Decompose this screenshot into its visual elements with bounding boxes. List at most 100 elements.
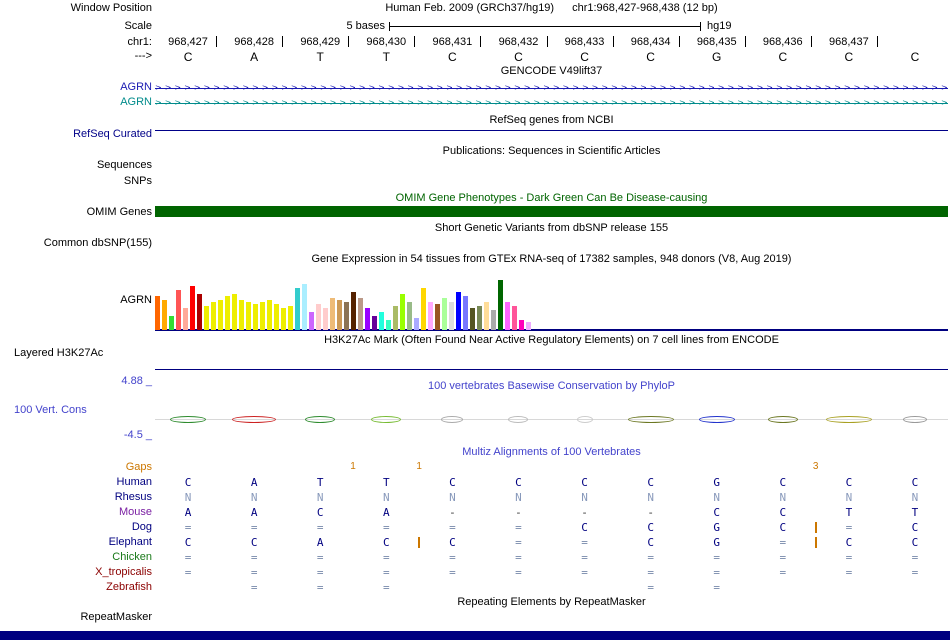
gtex-bar[interactable] bbox=[330, 298, 335, 330]
align-cell: = bbox=[316, 581, 324, 594]
gtex-bar[interactable] bbox=[491, 310, 496, 330]
gtex-bar[interactable] bbox=[295, 288, 300, 330]
gtex-bar[interactable] bbox=[498, 280, 503, 330]
species-label-chicken[interactable]: Chicken bbox=[0, 551, 152, 563]
refseq-curated-label[interactable]: RefSeq Curated bbox=[0, 128, 152, 140]
align-cell: = bbox=[250, 566, 258, 579]
snps-track-label[interactable]: SNPs bbox=[0, 175, 152, 187]
gtex-bar[interactable] bbox=[169, 316, 174, 330]
gtex-bar[interactable] bbox=[204, 306, 209, 330]
gtex-bar[interactable] bbox=[358, 298, 363, 330]
species-label-zebrafish[interactable]: Zebrafish bbox=[0, 581, 152, 593]
align-cell: N bbox=[911, 491, 919, 504]
species-label-x_tropicalis[interactable]: X_tropicalis bbox=[0, 566, 152, 578]
phylop-lens bbox=[508, 416, 529, 423]
gtex-bar[interactable] bbox=[519, 320, 524, 330]
gtex-bar[interactable] bbox=[309, 312, 314, 330]
align-cell: = bbox=[779, 536, 787, 549]
gtex-bar[interactable] bbox=[372, 316, 377, 330]
align-cell: = bbox=[316, 521, 324, 534]
gtex-bar[interactable] bbox=[484, 302, 489, 330]
h3k27ac-label[interactable]: Layered H3K27Ac bbox=[14, 347, 103, 359]
align-cell: = bbox=[845, 521, 853, 534]
gtex-bar[interactable] bbox=[302, 284, 307, 330]
gtex-bar[interactable] bbox=[456, 292, 461, 330]
gtex-bar[interactable] bbox=[435, 304, 440, 330]
scale-assembly: hg19 bbox=[707, 20, 732, 32]
align-cell: = bbox=[382, 551, 390, 564]
gtex-bar[interactable] bbox=[211, 302, 216, 330]
gtex-bar[interactable] bbox=[414, 318, 419, 330]
gtex-bar[interactable] bbox=[337, 300, 342, 330]
gtex-bar[interactable] bbox=[176, 290, 181, 330]
base-letter: C bbox=[910, 50, 920, 64]
align-cell: = bbox=[845, 566, 853, 579]
gencode-gene-label[interactable]: AGRN bbox=[0, 96, 152, 108]
gtex-bar[interactable] bbox=[400, 294, 405, 330]
gtex-bar[interactable] bbox=[218, 300, 223, 330]
gtex-bar[interactable] bbox=[421, 288, 426, 330]
omim-genes-label[interactable]: OMIM Genes bbox=[0, 206, 152, 218]
gtex-bar[interactable] bbox=[470, 308, 475, 330]
gtex-bar[interactable] bbox=[183, 308, 188, 330]
gtex-bar[interactable] bbox=[197, 294, 202, 330]
scale-bar-left-tick bbox=[389, 22, 390, 31]
gtex-bar[interactable] bbox=[505, 302, 510, 330]
align-cell: C bbox=[911, 536, 919, 549]
gtex-bar[interactable] bbox=[162, 300, 167, 330]
species-label-mouse[interactable]: Mouse bbox=[0, 506, 152, 518]
repeatmasker-element[interactable] bbox=[0, 631, 950, 640]
ruler-tick bbox=[282, 36, 284, 47]
gtex-bar[interactable] bbox=[260, 302, 265, 330]
gtex-bar[interactable] bbox=[526, 322, 531, 330]
gtex-bar[interactable] bbox=[246, 302, 251, 330]
gtex-bar[interactable] bbox=[449, 302, 454, 330]
gaps-label[interactable]: Gaps bbox=[0, 461, 152, 473]
gencode-gene-label[interactable]: AGRN bbox=[0, 81, 152, 93]
species-label-rhesus[interactable]: Rhesus bbox=[0, 491, 152, 503]
gtex-bar[interactable] bbox=[365, 308, 370, 330]
scale-value: 5 bases bbox=[346, 20, 385, 32]
species-label-elephant[interactable]: Elephant bbox=[0, 536, 152, 548]
refseq-gene-line[interactable] bbox=[155, 130, 948, 131]
gtex-bar[interactable] bbox=[323, 308, 328, 330]
gtex-bar[interactable] bbox=[316, 304, 321, 330]
gtex-bar[interactable] bbox=[281, 308, 286, 330]
gtex-bar[interactable] bbox=[386, 320, 391, 330]
gtex-bar[interactable] bbox=[239, 300, 244, 330]
gtex-bar[interactable] bbox=[344, 302, 349, 330]
gtex-bar[interactable] bbox=[190, 286, 195, 330]
gtex-bar[interactable] bbox=[477, 306, 482, 330]
align-cell: - bbox=[515, 506, 522, 519]
gtex-bar[interactable] bbox=[288, 306, 293, 330]
gtex-bar[interactable] bbox=[253, 304, 258, 330]
gtex-bar[interactable] bbox=[428, 302, 433, 330]
align-cell: C bbox=[184, 476, 192, 489]
gtex-bar[interactable] bbox=[407, 302, 412, 330]
omim-gene-bar[interactable] bbox=[155, 206, 948, 217]
repeatmasker-label[interactable]: RepeatMasker bbox=[0, 611, 152, 623]
phylop-track-label[interactable]: 100 Vert. Cons bbox=[14, 404, 87, 416]
gtex-bar[interactable] bbox=[351, 292, 356, 330]
align-cell: C bbox=[250, 536, 258, 549]
species-label-human[interactable]: Human bbox=[0, 476, 152, 488]
species-label-dog[interactable]: Dog bbox=[0, 521, 152, 533]
gtex-bar[interactable] bbox=[379, 312, 384, 330]
align-cell: G bbox=[713, 521, 721, 534]
gtex-bar[interactable] bbox=[225, 296, 230, 330]
gtex-bar[interactable] bbox=[232, 294, 237, 330]
dbsnp-title: Short Genetic Variants from dbSNP releas… bbox=[434, 222, 669, 234]
align-cell: A bbox=[250, 476, 258, 489]
gtex-bar[interactable] bbox=[463, 296, 468, 330]
publications-title: Publications: Sequences in Scientific Ar… bbox=[442, 145, 661, 157]
gtex-bar[interactable] bbox=[442, 298, 447, 330]
gap-count: 1 bbox=[416, 461, 422, 472]
sequences-track-label[interactable]: Sequences bbox=[0, 159, 152, 171]
dbsnp-label[interactable]: Common dbSNP(155) bbox=[0, 237, 152, 249]
gtex-bar[interactable] bbox=[155, 296, 160, 330]
gtex-bar[interactable] bbox=[267, 300, 272, 330]
gtex-bar[interactable] bbox=[512, 306, 517, 330]
gtex-gene-label[interactable]: AGRN bbox=[0, 294, 152, 306]
gtex-bar[interactable] bbox=[274, 304, 279, 330]
gtex-bar[interactable] bbox=[393, 306, 398, 330]
